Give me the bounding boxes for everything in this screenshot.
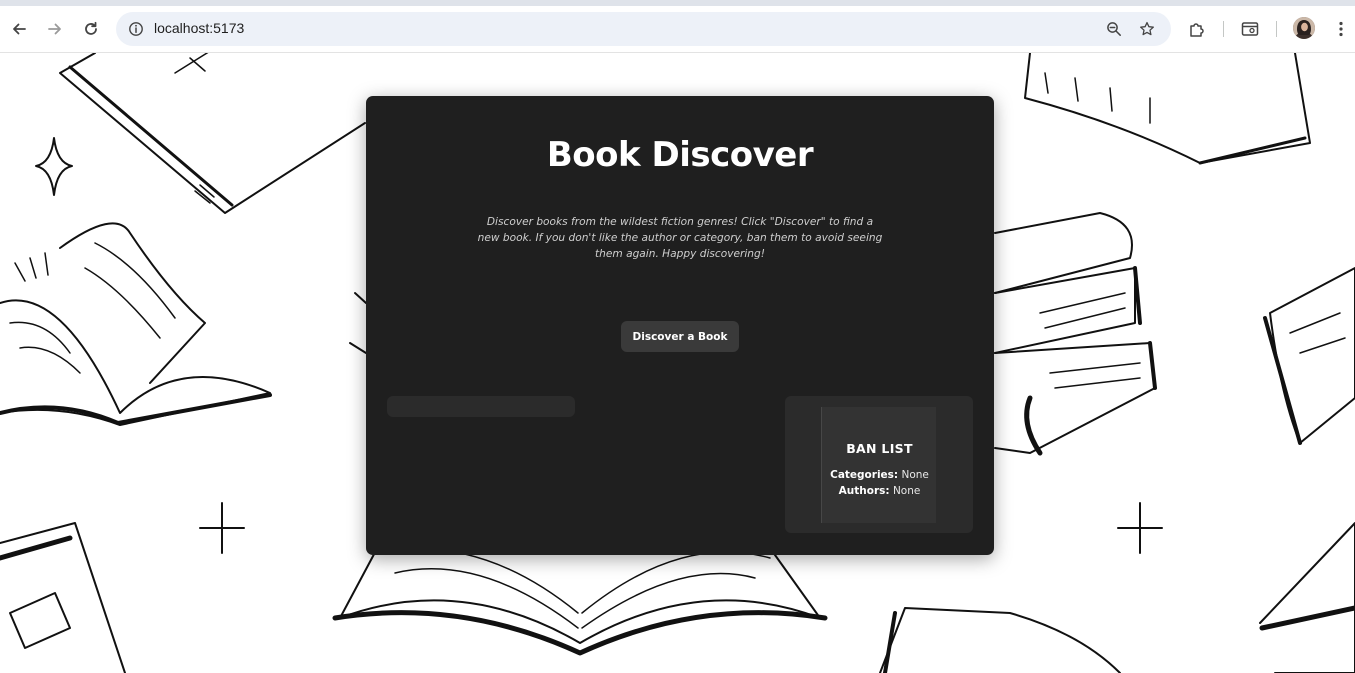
zoom-icon	[1107, 22, 1121, 36]
page-title: Book Discover	[546, 135, 814, 175]
reload-button[interactable]	[79, 17, 103, 41]
more-menu-icon	[1339, 21, 1343, 37]
tab-strip	[0, 0, 1355, 6]
url-text[interactable]: localhost:5173	[154, 20, 244, 36]
ban-authors-value: None	[892, 485, 921, 497]
tab-search-button[interactable]	[1238, 17, 1262, 41]
ban-list-panel: BAN LIST Categories: None Authors: None	[785, 396, 973, 533]
avatar-image	[1293, 17, 1315, 39]
extensions-button[interactable]	[1185, 17, 1209, 41]
zoom-button[interactable]	[1102, 17, 1126, 41]
ban-list-title: BAN LIST	[846, 441, 913, 456]
page-viewport: Book Discover Discover books from the wi…	[0, 53, 1355, 673]
ban-authors-label: Authors:	[838, 485, 890, 497]
address-bar[interactable]: localhost:5173	[116, 12, 1171, 46]
ban-list-content: BAN LIST Categories: None Authors: None	[821, 407, 936, 523]
site-info-button[interactable]	[124, 17, 148, 41]
back-button[interactable]	[7, 17, 31, 41]
toolbar-separator	[1276, 21, 1277, 37]
site-info-icon	[129, 22, 143, 36]
discover-button[interactable]: Discover a Book	[621, 321, 739, 352]
ban-authors-row: Authors: None	[822, 485, 937, 497]
ban-categories-value: None	[901, 469, 929, 481]
discover-card: Book Discover Discover books from the wi…	[366, 96, 994, 555]
discovery-history-panel	[387, 396, 575, 417]
extensions-icon	[1190, 23, 1204, 37]
toolbar-separator	[1223, 21, 1224, 37]
back-icon	[13, 23, 26, 35]
tab-search-icon	[1241, 22, 1259, 36]
more-menu-button[interactable]	[1329, 17, 1353, 41]
forward-button[interactable]	[43, 17, 67, 41]
page-description: Discover books from the wildest fiction …	[477, 216, 883, 260]
bookmark-star-icon	[1140, 21, 1154, 36]
forward-icon	[48, 23, 61, 35]
reload-icon	[85, 21, 97, 35]
bookmark-button[interactable]	[1135, 17, 1159, 41]
profile-avatar[interactable]	[1293, 17, 1315, 39]
ban-categories-row: Categories: None	[822, 469, 937, 481]
browser-toolbar: localhost:5173	[0, 0, 1355, 53]
ban-categories-label: Categories:	[830, 469, 899, 481]
